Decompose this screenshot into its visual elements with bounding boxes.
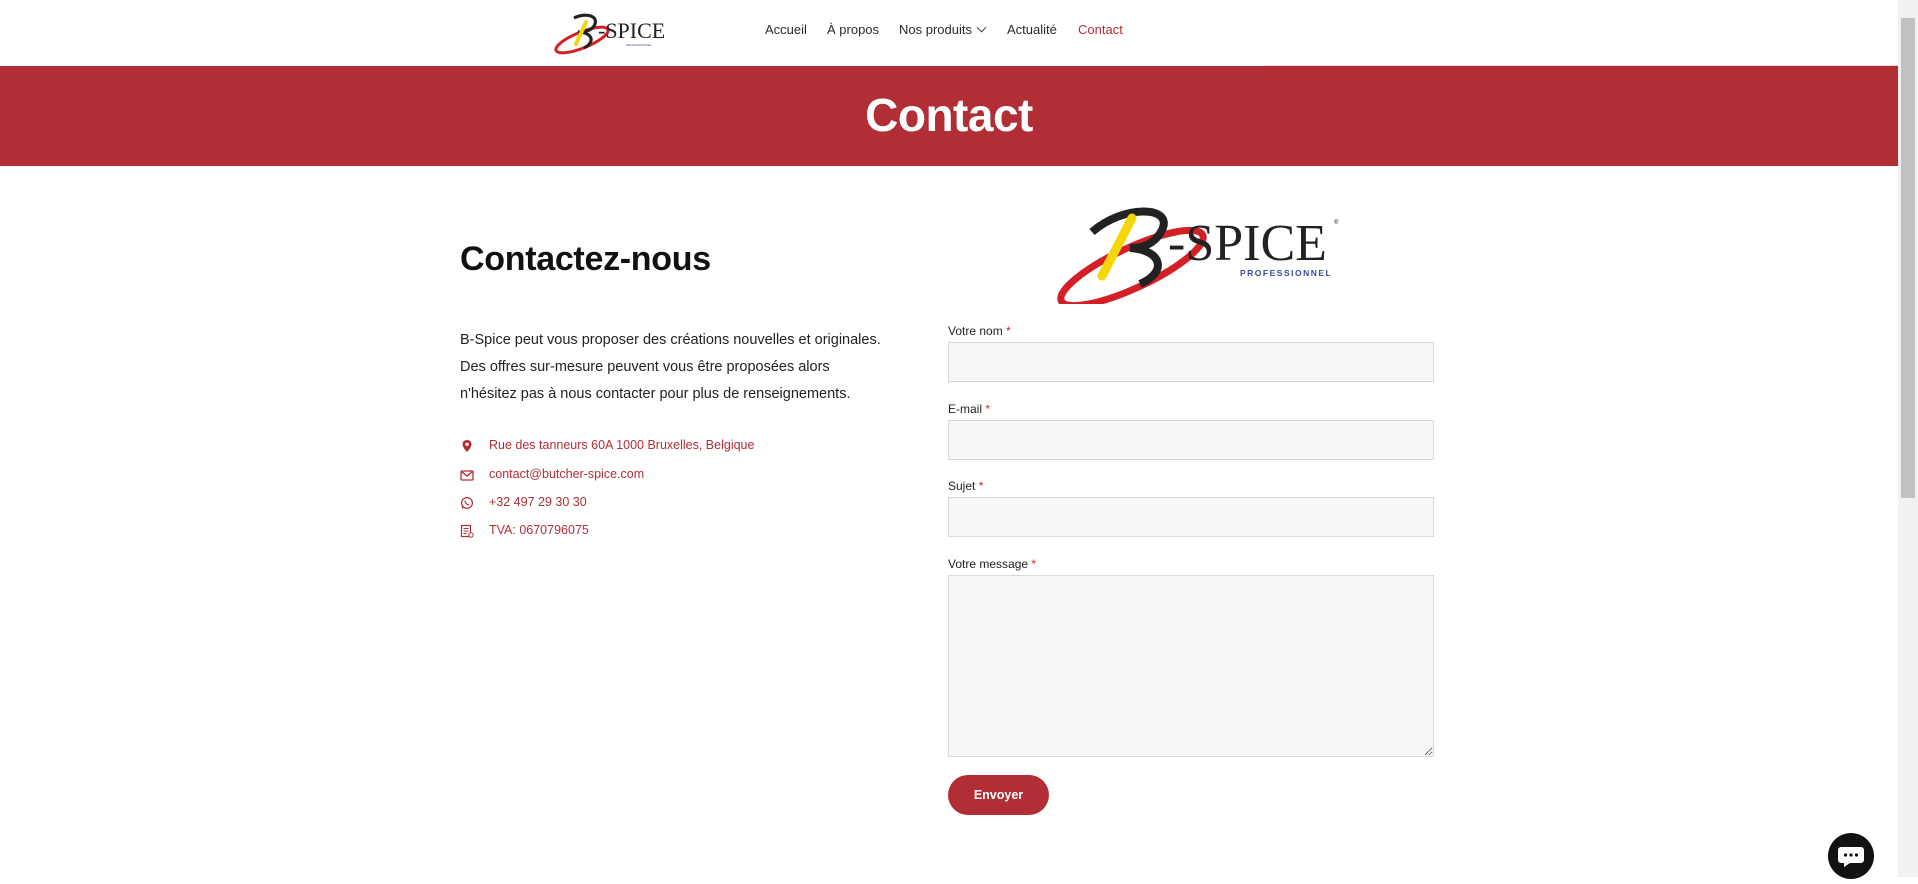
email-field[interactable] [948, 420, 1434, 460]
chat-bubble-icon [1838, 847, 1864, 867]
svg-text:®: ® [1334, 219, 1339, 226]
vat-text: TVA: 0670796075 [489, 523, 589, 537]
name-label-text: Votre nom [948, 324, 1003, 338]
subject-label-text: Sujet [948, 479, 976, 493]
intro-text: B-Spice peut vous proposer des créations… [460, 327, 900, 408]
receipt-icon [460, 524, 474, 538]
chevron-down-icon [976, 22, 987, 33]
intro-line-3: n'hésitez pas à nous contacter pour plus… [460, 386, 851, 402]
svg-text:-SPICE: -SPICE [1168, 215, 1327, 272]
required-mark: * [978, 479, 984, 493]
svg-text:PROFESSIONNEL: PROFESSIONNEL [1240, 268, 1332, 278]
page-title: Contact [865, 89, 1033, 141]
required-mark: * [1006, 324, 1011, 338]
whatsapp-icon [460, 496, 474, 510]
send-button[interactable]: Envoyer [948, 775, 1049, 815]
page-banner: Contact [0, 66, 1898, 166]
map-pin-icon [462, 440, 472, 452]
svg-text:PROFESSIONNEL: PROFESSIONNEL [626, 43, 652, 47]
page-scrollbar[interactable] [1898, 0, 1918, 877]
message-label: Votre message * [948, 557, 1036, 571]
contact-heading: Contactez-nous [460, 240, 711, 278]
site-header: -SPICE PROFESSIONNEL Accueil À propos No… [0, 0, 1898, 66]
email-link[interactable]: contact@butcher-spice.com [489, 467, 644, 481]
subject-label: Sujet * [948, 479, 983, 493]
address-text: Rue des tanneurs 60A 1000 Bruxelles, Bel… [489, 438, 755, 452]
name-field[interactable] [948, 342, 1434, 382]
required-mark: * [1031, 557, 1037, 571]
nav-nos-produits-label: Nos produits [899, 22, 972, 37]
nav-nos-produits[interactable]: Nos produits [899, 22, 987, 37]
nav-contact[interactable]: Contact [1078, 22, 1123, 37]
envelope-icon [460, 470, 474, 481]
message-field[interactable] [948, 575, 1434, 757]
phone-text: +32 497 29 30 30 [489, 495, 587, 509]
nav-actualite[interactable]: Actualité [1007, 22, 1057, 37]
nav-accueil[interactable]: Accueil [765, 22, 807, 37]
chat-widget-button[interactable] [1828, 833, 1874, 879]
scrollbar-thumb[interactable] [1901, 18, 1915, 498]
email-label-text: E-mail [948, 402, 983, 416]
name-label: Votre nom * [948, 324, 1011, 338]
message-label-text: Votre message [948, 557, 1029, 571]
b-spice-logo[interactable]: -SPICE PROFESSIONNEL [548, 10, 664, 56]
intro-line-1: B-Spice peut vous proposer des créations… [460, 332, 881, 348]
svg-text:-SPICE: -SPICE [598, 18, 664, 43]
subject-field[interactable] [948, 497, 1434, 537]
nav-a-propos[interactable]: À propos [827, 22, 879, 37]
intro-line-2: Des offres sur-mesure peuvent vous être … [460, 359, 830, 375]
b-spice-logo-large: -SPICE ® PROFESSIONNEL [1057, 207, 1339, 304]
email-label: E-mail * [948, 402, 990, 416]
required-mark: * [985, 402, 991, 416]
